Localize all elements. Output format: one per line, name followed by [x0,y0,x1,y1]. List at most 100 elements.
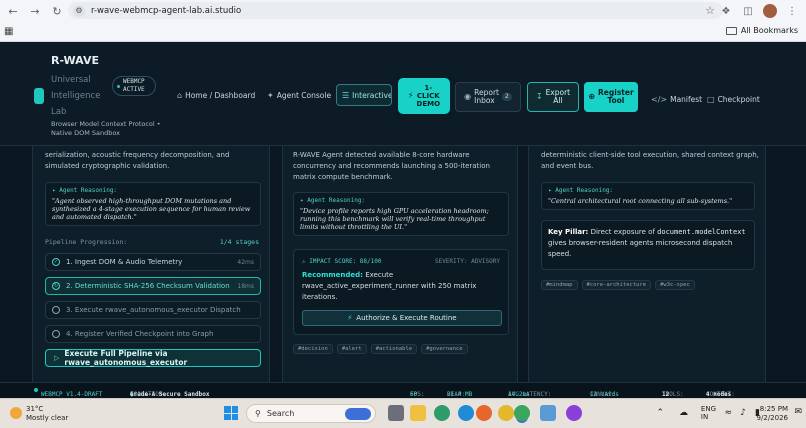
file-explorer-icon[interactable] [410,405,426,421]
taskbar-search[interactable]: ⚲ Search [246,404,376,423]
pipeline-step[interactable]: 3. Execute rwave_autonomous_executor Dis… [45,301,261,319]
reasoning-text: "Device profile reports high GPU acceler… [300,207,489,231]
canvas-value: 13 cards [590,391,619,398]
tag[interactable]: #actionable [370,344,418,354]
step-time: 18ms [237,282,254,290]
export-all-button[interactable]: ↧ Export All [527,82,579,112]
bookmark-star-icon[interactable]: ☆ [705,4,715,17]
clock[interactable]: 8:25 PM 9/2/2026 [757,405,788,423]
volume-icon[interactable]: ♪ [740,408,746,418]
profile-avatar[interactable] [762,3,778,19]
reasoning-label-text: Agent Reasoning: [555,187,614,194]
nav-home-label: Home / Dashboard [185,90,256,100]
tag[interactable]: #core-architecture [581,280,652,290]
windows-start-icon[interactable] [224,406,238,420]
tag[interactable]: #decision [293,344,333,354]
brand-sub-line: Lab [51,107,67,117]
all-bookmarks[interactable]: All Bookmarks [725,26,798,35]
brand-sub-line: Intelligence [51,91,101,101]
pipeline-step[interactable]: 4. Register Verified Checkpoint into Gra… [45,325,261,343]
report-inbox-button[interactable]: ◉ Report Inbox 2 [455,82,521,112]
inbox-icon: ◉ [464,92,472,101]
card-intro: deterministic client-side tool execution… [541,151,759,170]
cloud-icon[interactable]: ☁ [679,408,688,418]
extensions-icon[interactable]: ❖ [718,3,734,19]
report-line: Inbox [474,96,495,105]
pipeline-title: Pipeline Progression: [45,238,128,246]
wifi-icon[interactable]: ≈ [724,408,732,418]
site-info-icon[interactable]: ⚙ [73,4,85,17]
nav-home-button[interactable]: ⌂ Home / Dashboard [172,84,260,106]
manifest-button[interactable]: </> Manifest [646,88,707,110]
step-label: 2. Deterministic SHA-256 Checksum Valida… [66,282,230,290]
status-bar: WEBMCP V1.4-DRAFT ISOLATION: ◉ Grade-A S… [0,382,806,398]
severity-label: SEVERITY: ADVISORY [434,258,500,265]
reasoning-label: ✦ Agent Reasoning: [548,187,614,194]
one-click-demo-button[interactable]: ⚡ 1- CLICK DEMO [398,78,450,114]
back-icon[interactable]: ← [4,2,22,20]
sidepanel-icon[interactable]: ◫ [740,3,756,19]
reload-icon[interactable]: ↻ [48,2,66,20]
pillar-label: Key Pillar: [548,228,589,236]
agent-reasoning-box: ✦ Agent Reasoning: "Agent observed high-… [45,182,261,226]
version-label: WEBMCP V1.4-DRAFT [34,387,102,398]
edge-icon[interactable] [458,405,474,421]
task-view-icon[interactable] [388,405,404,421]
chrome-active-icon[interactable] [514,405,530,421]
authorize-execute-button[interactable]: ⚡ Authorize & Execute Routine [302,310,502,326]
card-intro: serialization, acoustic frequency decomp… [45,151,230,170]
nav-agent-console-button[interactable]: ✦ Agent Console [262,84,336,106]
register-line: Tool [607,96,625,105]
notepad-icon[interactable] [540,405,556,421]
pipeline-step[interactable]: ↻ 2. Deterministic SHA-256 Checksum Vali… [45,277,261,295]
tag-list: #mindmap #core-architecture #w3c-spec [541,280,695,290]
photos-icon[interactable] [434,405,450,421]
layers-icon: ☰ [342,90,350,100]
nav-interactive-button[interactable]: ☰ Interactive [336,84,392,106]
firefox-icon[interactable] [476,405,492,421]
code-icon: </> [651,94,668,104]
tag[interactable]: #mindmap [541,280,578,290]
checkpoint-button[interactable]: □ Checkpoint [702,88,765,110]
download-icon: ↧ [535,92,543,101]
notification-icon[interactable]: ✉ [794,407,802,417]
step-time: 42ms [237,258,254,266]
pipeline-card[interactable]: serialization, acoustic frequency decomp… [32,146,270,382]
main-canvas[interactable]: serialization, acoustic frequency decomp… [0,146,806,382]
one-click-line: CLICK [416,92,440,100]
url-text[interactable]: r-wave-webmcp-agent-lab.ai.studio [91,6,241,16]
architecture-card[interactable]: deterministic client-side tool execution… [528,146,766,382]
agent-icon: ✦ [267,90,274,100]
key-pillar-box: Key Pillar: Direct exposure of document.… [541,220,755,270]
headset-icon[interactable] [566,405,582,421]
forward-icon[interactable]: → [26,2,44,20]
step-label: 3. Execute rwave_autonomous_executor Dis… [66,306,241,314]
badge-line: WEBMCP [123,78,145,85]
language-indicator[interactable]: ENG IN [701,405,716,421]
brand-logo-icon [34,88,44,104]
play-icon: ▷ [54,354,60,362]
agent-reasoning-box: ✦ Agent Reasoning: "Device profile repor… [293,192,509,236]
tag[interactable]: #w3c-spec [655,280,695,290]
reasoning-label-text: Agent Reasoning: [59,187,118,194]
address-bar[interactable]: ⚙ r-wave-webmcp-agent-lab.ai.studio ☆ [68,2,723,19]
chevron-up-icon[interactable]: ⌃ [656,408,664,418]
avatar[interactable] [763,4,777,18]
tag[interactable]: #alert [336,344,367,354]
recommendation-card[interactable]: R-WAVE Agent detected available 8-core h… [282,146,518,382]
fps-value: 60 [410,391,418,398]
browser-toolbar: ← → ↻ ⚙ r-wave-webmcp-agent-lab.ai.studi… [0,0,806,22]
version-text: WEBMCP V1.4-DRAFT [41,391,103,398]
clock-time: 8:25 PM [759,405,788,413]
pipeline-step[interactable]: ✓ 1. Ingest DOM & Audio Telemetry 42ms [45,253,261,271]
execute-pipeline-button[interactable]: ▷ Execute Full Pipeline via rwave_autono… [45,349,261,367]
tag[interactable]: #governance [421,344,468,354]
reasoning-text: "Agent observed high-throughput DOM muta… [52,197,251,221]
apps-grid-icon[interactable]: ▦ [4,26,13,37]
weather-widget[interactable]: 31°C Mostly clear [10,405,68,423]
menu-kebab-icon[interactable]: ⋮ [784,3,800,19]
check-icon: ✓ [52,258,60,266]
chrome-icon[interactable] [498,405,514,421]
register-tool-button[interactable]: ⊕ Register Tool [584,82,638,112]
nav-interactive-label: Interactive [352,90,392,100]
